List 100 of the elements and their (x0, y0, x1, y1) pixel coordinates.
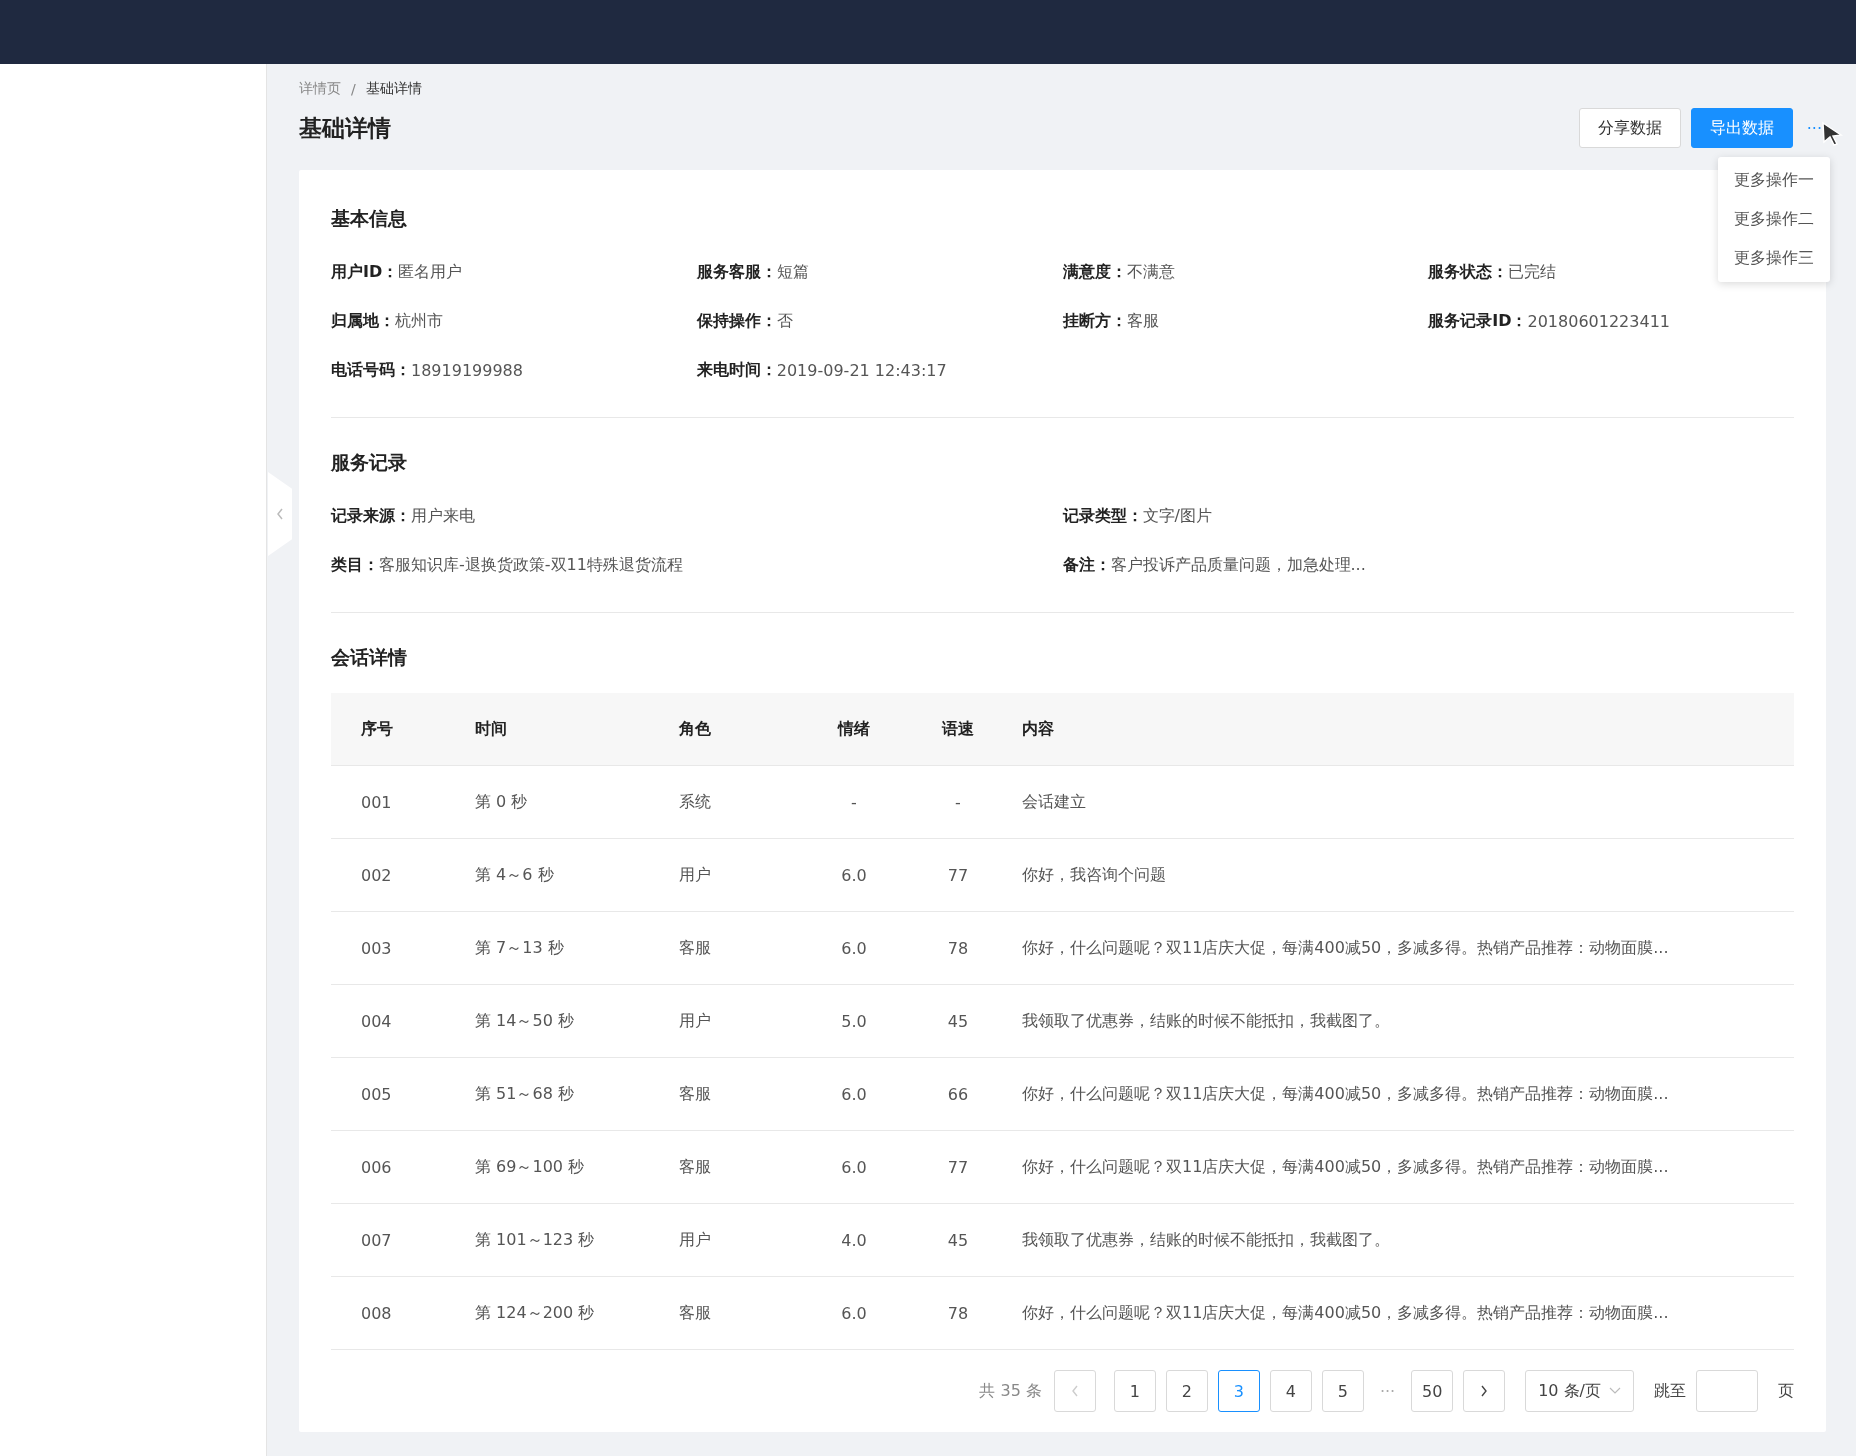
field-value: 20180601223411 (1527, 312, 1670, 331)
table-cell: 用户 (678, 1203, 802, 1277)
table-cell: 45 (906, 984, 1010, 1058)
table-cell: 用户 (678, 838, 802, 912)
field-label: 挂断方： (1062, 311, 1127, 332)
table-cell: 客服 (678, 911, 802, 985)
chevron-left-icon (1069, 1384, 1080, 1398)
field-label: 保持操作： (696, 311, 777, 332)
table-cell: 5.0 (802, 984, 906, 1058)
table-cell: - (802, 765, 906, 839)
table-cell: 004 (331, 984, 474, 1058)
field-value: 18919199988 (411, 361, 523, 380)
field-value: 否 (776, 311, 793, 332)
jump-label: 跳至 (1654, 1380, 1686, 1402)
field-label: 电话号码： (331, 360, 411, 381)
table-cell: 第 69～100 秒 (474, 1130, 678, 1204)
table-cell: 客服 (678, 1057, 802, 1131)
table-cell: 用户 (678, 984, 802, 1058)
column-header: 情绪 (802, 693, 906, 766)
page-title: 基础详情 (299, 113, 391, 143)
page-button[interactable]: 50 (1411, 1370, 1454, 1412)
field-label: 归属地： (331, 311, 395, 332)
chevron-left-icon (275, 506, 285, 522)
field-label: 类目： (331, 555, 379, 576)
table-cell: 6.0 (802, 911, 906, 985)
table-cell: 4.0 (802, 1203, 906, 1277)
table-cell: 第 4～6 秒 (474, 838, 678, 912)
table-cell: 66 (906, 1057, 1010, 1131)
field-label: 服务客服： (696, 262, 777, 283)
table-cell: 007 (331, 1203, 474, 1277)
page-button[interactable]: 2 (1165, 1370, 1208, 1412)
page-button[interactable]: 5 (1321, 1370, 1364, 1412)
table-cell: 6.0 (802, 1276, 906, 1350)
share-button[interactable]: 分享数据 (1578, 108, 1681, 148)
table-cell: 第 124～200 秒 (474, 1276, 678, 1350)
mouse-cursor-icon (1820, 120, 1845, 147)
field-value: 短篇 (776, 262, 809, 283)
table-cell: 45 (906, 1203, 1010, 1277)
table-cell: 78 (906, 1276, 1010, 1350)
table-cell: 001 (331, 765, 474, 839)
field-label: 服务状态： (1428, 262, 1509, 283)
table-cell: 005 (331, 1057, 474, 1131)
page-unit-label: 页 (1778, 1380, 1794, 1402)
table-cell: 77 (906, 838, 1010, 912)
table-cell: 客服 (678, 1130, 802, 1204)
menu-item[interactable]: 更多操作一 (1718, 160, 1830, 200)
page-size-select[interactable]: 10 条/页 (1525, 1370, 1634, 1412)
table-cell: 客服 (678, 1276, 802, 1350)
table-cell: 第 7～13 秒 (474, 911, 678, 985)
table-cell: 第 0 秒 (474, 765, 678, 839)
page-jump-field[interactable] (1696, 1370, 1758, 1412)
field-label: 用户ID： (331, 262, 399, 283)
menu-item[interactable]: 更多操作二 (1718, 199, 1830, 239)
table-cell: 6.0 (802, 1130, 906, 1204)
table-cell: 会话建立 (1010, 765, 1794, 839)
section-title: 会话详情 (331, 645, 407, 670)
page-button[interactable]: 1 (1113, 1370, 1156, 1412)
page-button[interactable]: 4 (1269, 1370, 1312, 1412)
table-cell: 你好，什么问题呢？双11店庆大促，每满400减50，多减多得。热销产品推荐：动物面膜... (1010, 1057, 1794, 1131)
column-header: 角色 (678, 693, 802, 766)
table-cell: 我领取了优惠券，结账的时候不能抵扣，我截图了。 (1010, 1203, 1794, 1277)
table-cell: 6.0 (802, 838, 906, 912)
breadcrumb-item: 基础详情 (365, 80, 422, 98)
table-cell: 你好，什么问题呢？双11店庆大促，每满400减50，多减多得。热销产品推荐：动物面膜... (1010, 911, 1794, 985)
table-cell: 77 (906, 1130, 1010, 1204)
table-cell: 你好，什么问题呢？双11店庆大促，每满400减50，多减多得。热销产品推荐：动物面膜... (1010, 1130, 1794, 1204)
next-page-button[interactable] (1463, 1370, 1506, 1412)
table-cell: 6.0 (802, 1057, 906, 1131)
field-label: 满意度： (1062, 262, 1127, 283)
table-cell: 002 (331, 838, 474, 912)
field-value: 客户投诉产品质量问题，加急处理... (1110, 555, 1366, 576)
field-value: 用户来电 (411, 506, 475, 527)
chevron-down-icon (1609, 1387, 1621, 1395)
table-cell: 我领取了优惠券，结账的时候不能抵扣，我截图了。 (1010, 984, 1794, 1058)
section-title: 基本信息 (331, 206, 407, 231)
breadcrumb-separator: / (351, 81, 356, 97)
table-cell: 003 (331, 911, 474, 985)
table-cell: 系统 (678, 765, 802, 839)
field-value: 匿名用户 (398, 262, 463, 283)
field-value: 已完结 (1508, 262, 1557, 283)
field-value: 杭州市 (395, 311, 443, 332)
field-value: 文字/图片 (1142, 506, 1212, 527)
field-value: 客服 (1126, 311, 1159, 332)
field-label: 记录来源： (331, 506, 411, 527)
table-cell: 008 (331, 1276, 474, 1350)
table-cell: 你好，什么问题呢？双11店庆大促，每满400减50，多减多得。热销产品推荐：动物面膜... (1010, 1276, 1794, 1350)
table-cell: 第 14～50 秒 (474, 984, 678, 1058)
column-header: 时间 (474, 693, 678, 766)
menu-item[interactable]: 更多操作三 (1718, 238, 1830, 278)
field-label: 来电时间： (696, 360, 777, 381)
field-label: 服务记录ID： (1428, 311, 1528, 332)
table-cell: 第 101～123 秒 (474, 1203, 678, 1277)
field-label: 记录类型： (1062, 506, 1143, 527)
table-cell: 006 (331, 1130, 474, 1204)
field-value: 不满意 (1126, 262, 1175, 283)
column-header: 序号 (331, 693, 474, 766)
column-header: 语速 (906, 693, 1010, 766)
table-cell: - (906, 765, 1010, 839)
field-value: 2019-09-21 12:43:17 (776, 361, 947, 380)
table-cell: 第 51～68 秒 (474, 1057, 678, 1131)
